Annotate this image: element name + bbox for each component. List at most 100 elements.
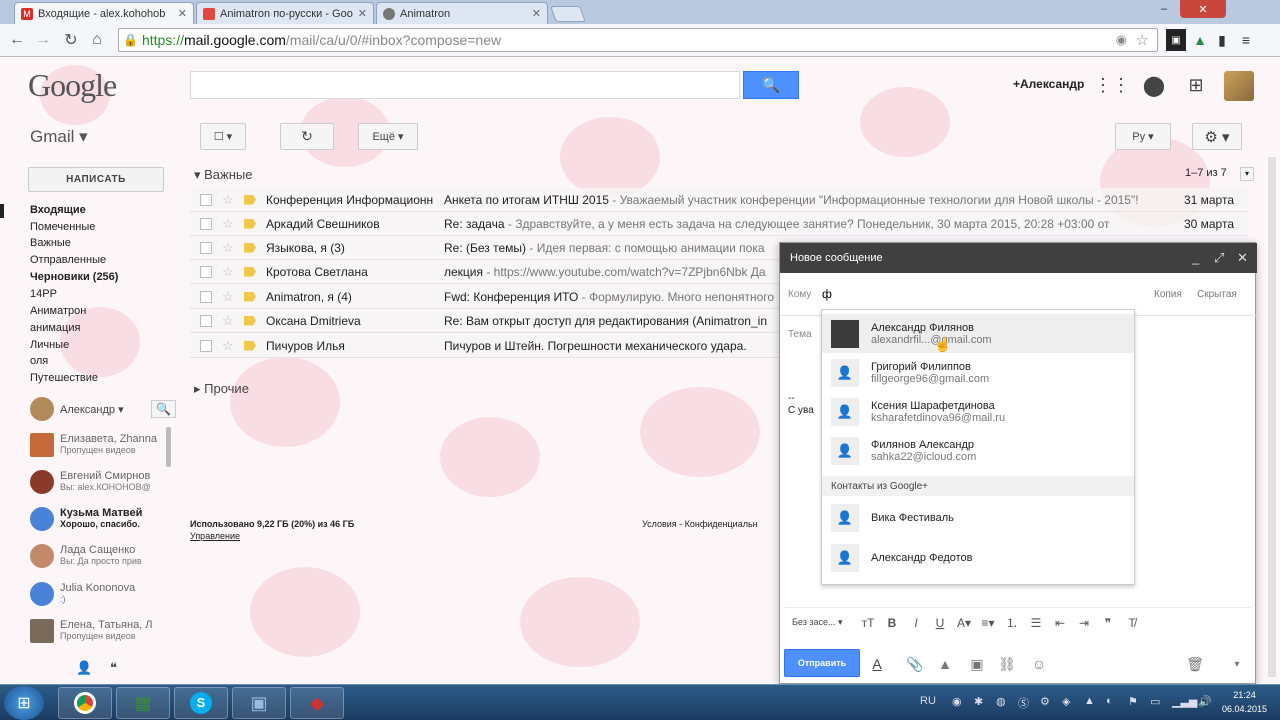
suggestion-item[interactable]: 👤 Александр Федотов [822, 538, 1134, 577]
input-language-button[interactable]: Ру ▾ [1115, 123, 1171, 150]
remove-formatting-icon[interactable]: T̸ [1120, 612, 1144, 634]
taskbar-app[interactable]: ▦ [116, 687, 170, 719]
minimize-icon[interactable]: _ [1192, 250, 1199, 265]
attach-icon[interactable]: 📎 [904, 653, 926, 675]
expand-icon[interactable]: ⤢ [1214, 250, 1224, 266]
row-checkbox[interactable] [200, 314, 212, 327]
star-icon[interactable]: ☆ [222, 264, 236, 280]
chrome-tray-icon[interactable]: ◉ [952, 695, 962, 708]
address-bar[interactable]: 🔒 https://mail.google.com/mail/ca/u/0/#i… [118, 28, 1158, 52]
refresh-button[interactable]: ↻ [280, 123, 334, 150]
home-icon[interactable]: ⌂ [86, 29, 108, 51]
screencast-icon[interactable]: ▮ [1212, 29, 1232, 51]
suggestion-item[interactable]: Александр Филянов alexandrfil...@gmail.co… [822, 314, 1134, 353]
sidebar-item-label[interactable]: оля [30, 355, 48, 367]
search-icon[interactable]: 🔍 [151, 400, 176, 418]
table-row[interactable]: ☆ Конференция Информационн. Анкета по ит… [190, 188, 1248, 212]
drive-insert-icon[interactable]: ▲ [934, 653, 956, 675]
row-checkbox[interactable] [200, 217, 212, 230]
star-icon[interactable]: ☆ [222, 313, 236, 329]
sidebar-item-label[interactable]: 14РР [30, 288, 57, 300]
star-icon[interactable]: ☆ [222, 338, 236, 354]
tray-icon[interactable]: ◈ [1062, 695, 1070, 708]
indent-more-icon[interactable]: ⇥ [1072, 612, 1096, 634]
search-button[interactable]: 🔍 [743, 71, 799, 99]
more-options-icon[interactable]: ▾ [1226, 653, 1248, 675]
terms-privacy-links[interactable]: Условия - Конфиденциальн [642, 519, 758, 529]
tray-icon[interactable]: ◍ [996, 695, 1006, 708]
compose-title-bar[interactable]: Новое сообщение _ ⤢ ✕ [780, 243, 1257, 273]
numbered-list-icon[interactable]: ⒈ [1000, 612, 1024, 634]
row-checkbox[interactable] [200, 193, 212, 206]
share-plus-icon[interactable]: ⊞ [1184, 73, 1208, 97]
user-profile-link[interactable]: +Александр [1013, 77, 1084, 91]
bookmark-star-icon[interactable]: ☆ [1136, 31, 1149, 49]
hangout-contact[interactable]: Julia Kononova:) [30, 582, 170, 618]
apps-grid-icon[interactable]: ⋮⋮ [1094, 73, 1130, 97]
star-icon[interactable]: ☆ [222, 240, 236, 256]
sidebar-item-drafts[interactable]: Черновики (256) [30, 271, 118, 283]
quote-icon[interactable]: ❞ [1096, 612, 1120, 634]
sidebar-item-label[interactable]: Аниматрон [30, 305, 86, 317]
close-icon[interactable]: ✕ [178, 7, 187, 20]
to-input[interactable] [822, 285, 1122, 303]
tab-inbox[interactable]: M Входящие - alex.kohohob ✕ [14, 2, 194, 24]
bulleted-list-icon[interactable]: ☰ [1024, 612, 1048, 634]
star-icon[interactable]: ☆ [222, 192, 236, 208]
volume-icon[interactable]: 🔊 [1198, 695, 1212, 708]
select-checkbox-menu[interactable]: ☐ ▾ [200, 123, 246, 150]
formatting-options-icon[interactable]: A [866, 653, 888, 675]
sidebar-item-sent[interactable]: Отправленные [30, 254, 106, 266]
section-important[interactable]: ▾ Важные [194, 167, 253, 183]
star-icon[interactable]: ☆ [222, 216, 236, 232]
table-row[interactable]: ☆ Аркадий Свешников Re: задача - Здравст… [190, 212, 1248, 236]
row-checkbox[interactable] [200, 265, 212, 278]
gmail-menu[interactable]: Gmail ▾ [30, 127, 88, 147]
bcc-link[interactable]: Скрытая [1197, 289, 1237, 300]
text-color-icon[interactable]: A▾ [952, 612, 976, 634]
taskbar-skype[interactable]: S [174, 687, 228, 719]
account-avatar[interactable] [1224, 71, 1254, 101]
compose-button[interactable]: НАПИСАТЬ [28, 167, 164, 192]
network-icon[interactable]: ▁▃▅ [1172, 695, 1197, 708]
tray-icon[interactable]: ▲ [1084, 695, 1095, 707]
suggestion-item[interactable]: 👤 Вика Фестиваль [822, 498, 1134, 537]
important-marker-icon[interactable] [244, 291, 256, 302]
close-window-button[interactable]: ✕ [1180, 0, 1226, 18]
hangouts-self-name[interactable]: Александр ▾ [60, 403, 124, 416]
sidebar-item-label[interactable]: анимация [30, 322, 80, 334]
font-size-icon[interactable]: тT [856, 612, 880, 634]
chrome-menu-icon[interactable]: ≡ [1236, 29, 1256, 51]
cc-link[interactable]: Копия [1154, 289, 1182, 300]
bold-icon[interactable]: B [880, 612, 904, 634]
italic-icon[interactable]: I [904, 612, 928, 634]
row-checkbox[interactable] [200, 290, 212, 303]
star-icon[interactable]: ☆ [222, 289, 236, 305]
important-marker-icon[interactable] [244, 218, 256, 229]
flag-icon[interactable]: ⚑ [1128, 695, 1138, 708]
important-marker-icon[interactable] [244, 266, 256, 277]
drive-icon[interactable]: ▲ [1190, 29, 1210, 51]
important-marker-icon[interactable] [244, 194, 256, 205]
forward-icon[interactable]: → [32, 29, 54, 51]
row-checkbox[interactable] [200, 241, 212, 254]
hangouts-quote-icon[interactable]: ❝ [110, 660, 117, 676]
back-icon[interactable]: ← [6, 29, 28, 51]
language-indicator[interactable]: RU [920, 695, 936, 707]
link-icon[interactable]: ⛓ [996, 653, 1018, 675]
hangout-contact[interactable]: Евгений Смирнов Вы: alex.КОНОНОВ@ [30, 470, 170, 506]
extension-icon[interactable]: ▣ [1166, 29, 1186, 51]
sidebar-item-important[interactable]: Важные [30, 237, 71, 249]
taskbar-app[interactable]: ▣ [232, 687, 286, 719]
trash-icon[interactable]: 🗑 [1184, 653, 1206, 675]
sidebar-item-label[interactable]: Личные [30, 339, 69, 351]
message-body[interactable]: -- С ува [788, 393, 814, 417]
avatar[interactable] [30, 397, 54, 421]
important-marker-icon[interactable] [244, 242, 256, 253]
suggestion-item[interactable]: 👤 Филянов Александр sahka22@icloud.com [822, 431, 1134, 470]
new-tab-button[interactable] [550, 6, 586, 22]
sidebar-item-label[interactable]: Путешествие [30, 372, 98, 384]
important-marker-icon[interactable] [244, 315, 256, 326]
person-icon[interactable]: 👤 [76, 660, 92, 676]
close-icon[interactable]: ✕ [532, 7, 541, 20]
